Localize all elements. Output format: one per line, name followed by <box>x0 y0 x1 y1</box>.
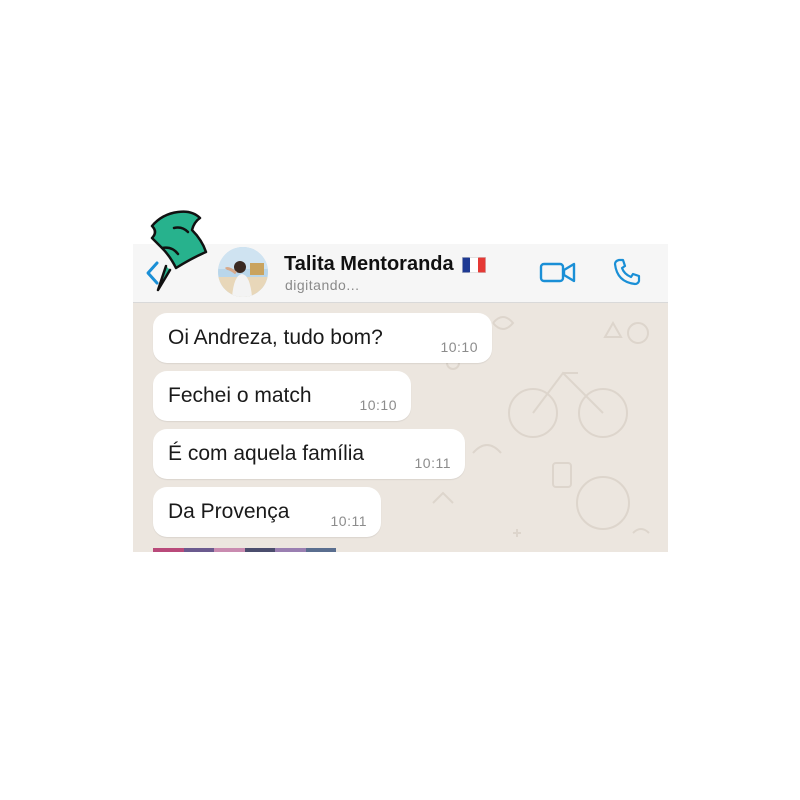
message-text: Da Provença <box>168 500 290 523</box>
message-text: É com aquela família <box>168 442 365 465</box>
message-bubble[interactable]: É com aquela família 10:11 <box>153 429 465 479</box>
message-text: Fechei o match <box>168 384 312 407</box>
chat-header: Talita Mentoranda digitando... <box>133 244 668 303</box>
contact-name[interactable]: Talita Mentoranda <box>284 253 486 276</box>
green-pushpin-icon <box>150 210 208 292</box>
message-time: 10:11 <box>330 513 367 529</box>
chat-window: Talita Mentoranda digitando... Oi Andrez… <box>133 244 668 552</box>
phone-call-icon[interactable] <box>611 256 643 288</box>
message-time: 10:11 <box>414 455 451 471</box>
message-text: Oi Andreza, tudo bom? <box>168 326 383 349</box>
video-call-icon[interactable] <box>538 258 578 286</box>
message-bubble[interactable]: Oi Andreza, tudo bom? 10:10 <box>153 313 492 363</box>
message-time: 10:10 <box>359 397 397 413</box>
message-list[interactable]: Oi Andreza, tudo bom? 10:10 Fechei o mat… <box>133 303 668 552</box>
media-preview-strip <box>153 548 336 552</box>
contact-status: digitando... <box>285 277 360 293</box>
avatar[interactable] <box>218 247 268 297</box>
contact-name-label: Talita Mentoranda <box>284 253 454 275</box>
message-time: 10:10 <box>440 339 478 355</box>
avatar-photo <box>218 247 268 297</box>
france-flag-icon <box>461 256 486 273</box>
message-bubble[interactable]: Da Provença 10:11 <box>153 487 381 537</box>
message-bubble[interactable]: Fechei o match 10:10 <box>153 371 411 421</box>
